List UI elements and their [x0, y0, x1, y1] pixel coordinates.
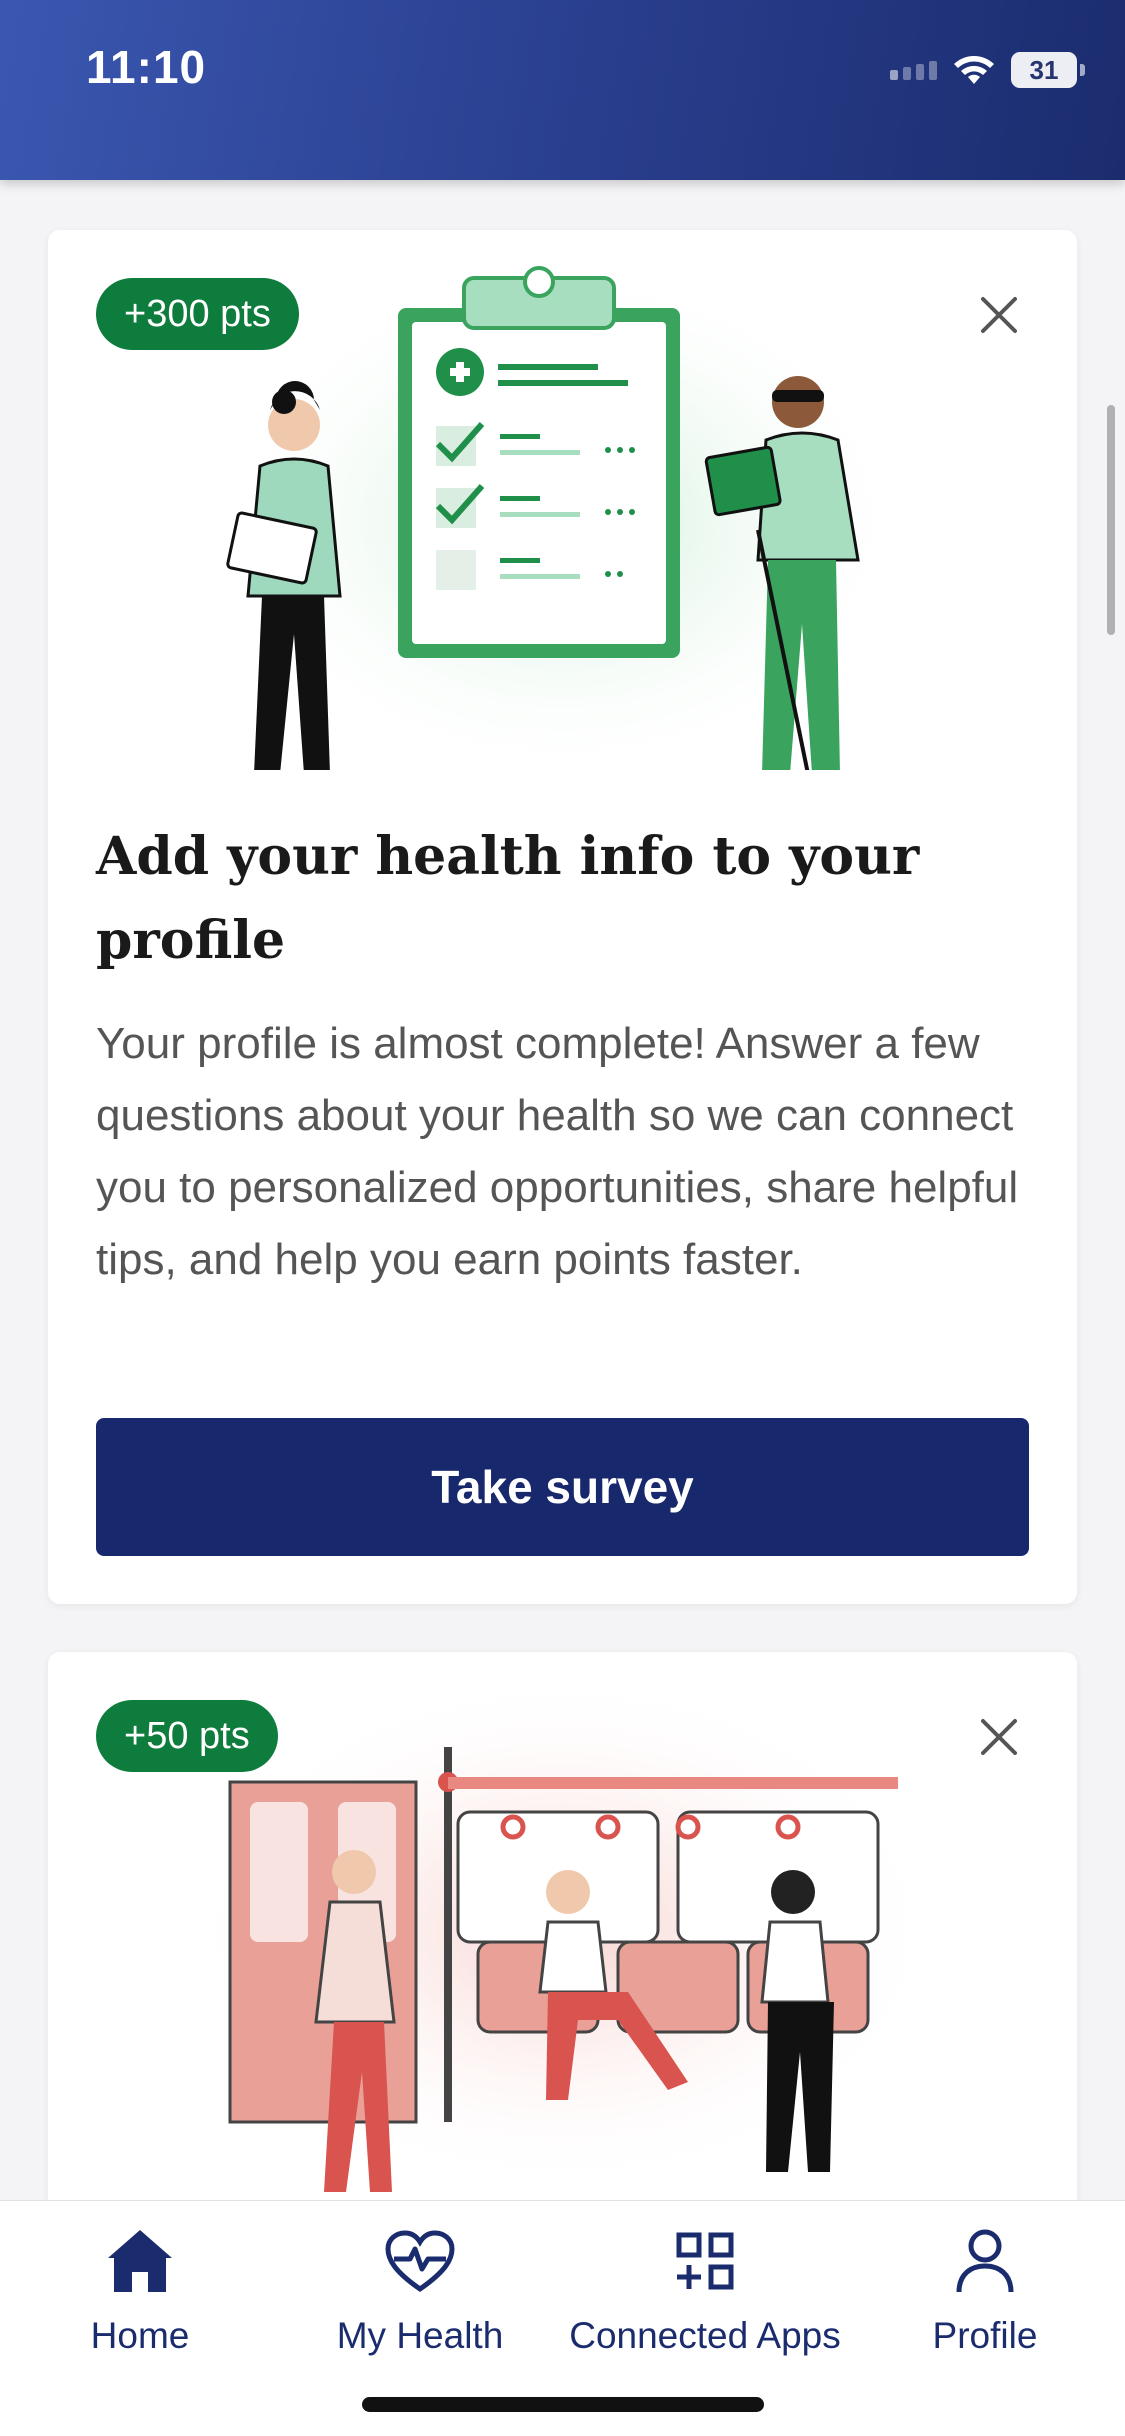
points-badge: +50 pts — [96, 1700, 278, 1772]
close-icon — [981, 1719, 1017, 1755]
cellular-signal-icon — [890, 60, 937, 80]
card-body: Your profile is almost complete! Answer … — [96, 1019, 1019, 1284]
tab-label: Home — [90, 2315, 190, 2356]
tab-label: My Health — [336, 2315, 504, 2356]
tab-label: Profile — [932, 2315, 1038, 2356]
apps-grid-icon — [676, 2232, 734, 2290]
scrollbar[interactable] — [1107, 405, 1115, 635]
heart-pulse-icon — [385, 2230, 455, 2293]
points-badge: +300 pts — [96, 278, 299, 350]
close-button[interactable] — [969, 1707, 1029, 1767]
tab-label: Connected Apps — [569, 2315, 841, 2356]
home-icon — [108, 2230, 172, 2292]
wifi-icon — [954, 56, 994, 84]
battery-icon: 31 — [1011, 52, 1085, 88]
close-icon — [981, 297, 1017, 333]
status-time: 11:10 — [86, 41, 207, 93]
tab-home[interactable]: Home — [60, 2221, 220, 2381]
status-icons: 31 — [890, 50, 1085, 90]
status-bar: 11:10 31 — [0, 0, 1125, 180]
health-info-card: +300 pts Add your health info to your pr… — [48, 230, 1077, 1604]
take-survey-button[interactable]: Take survey — [96, 1418, 1029, 1556]
commute-card: +50 pts — [48, 1652, 1077, 2212]
tab-my-health[interactable]: My Health — [320, 2221, 520, 2381]
tab-connected-apps[interactable]: Connected Apps — [555, 2221, 855, 2381]
person-icon — [956, 2229, 1014, 2293]
tab-profile[interactable]: Profile — [900, 2221, 1070, 2381]
home-indicator — [362, 2397, 764, 2412]
close-button[interactable] — [969, 285, 1029, 345]
card-title: Add your health info to your profile — [96, 826, 920, 971]
